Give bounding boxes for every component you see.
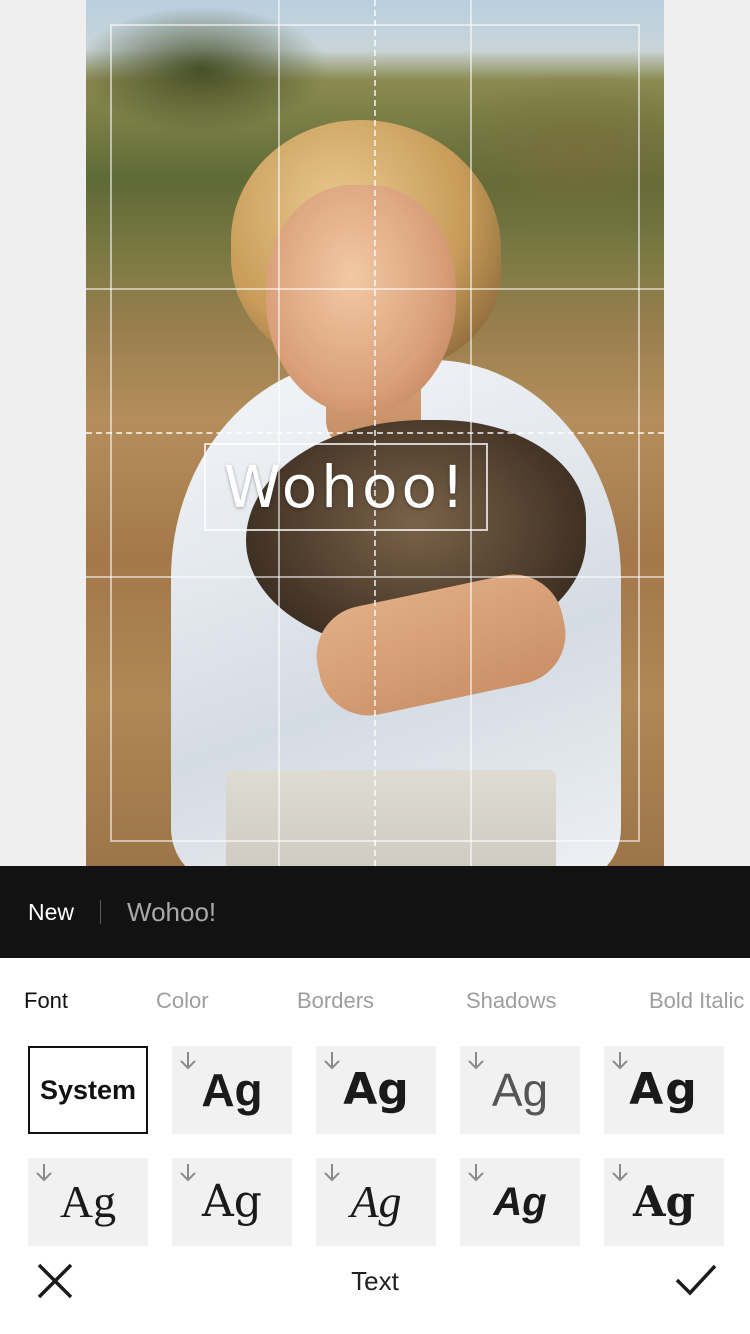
tab-shadows[interactable]: Shadows	[466, 988, 557, 1014]
text-input-bar: New Wohoo!	[0, 866, 750, 958]
download-arrow-icon	[468, 1052, 484, 1070]
download-arrow-icon	[612, 1052, 628, 1070]
tab-bold-italic[interactable]: Bold Italic	[649, 988, 744, 1014]
new-text-button[interactable]: New	[28, 899, 74, 926]
tab-borders[interactable]: Borders	[297, 988, 374, 1014]
font-sample: Ag	[491, 1064, 549, 1116]
download-arrow-icon	[612, 1164, 628, 1182]
checkmark-icon[interactable]	[674, 1262, 718, 1298]
panel-title: Text	[351, 1266, 399, 1296]
font-sample: Ag	[201, 1064, 263, 1116]
text-tools-panel: Font Color Borders Shadows Bold Italic S…	[0, 958, 750, 1334]
font-tile-2[interactable]: Ag	[172, 1046, 292, 1134]
text-layer-box[interactable]: Wohoo!	[204, 443, 488, 531]
download-arrow-icon	[468, 1164, 484, 1182]
font-tile-3[interactable]: Ag	[316, 1046, 436, 1134]
download-arrow-icon	[324, 1052, 340, 1070]
font-tile-4[interactable]: Ag	[460, 1046, 580, 1134]
download-arrow-icon	[324, 1164, 340, 1182]
font-tile-6[interactable]: Ag	[28, 1158, 148, 1246]
font-sample: Ag	[633, 1177, 695, 1226]
font-tile-8[interactable]: Ag	[316, 1158, 436, 1246]
overlay-text[interactable]: Wohoo!	[224, 453, 468, 521]
font-sample: Ag	[59, 1176, 117, 1227]
editor-canvas: Wohoo!	[0, 0, 750, 866]
font-tile-7[interactable]: Ag	[172, 1158, 292, 1246]
text-input[interactable]: Wohoo!	[127, 897, 216, 928]
font-tile-5[interactable]: Ag	[604, 1046, 724, 1134]
font-sample: Ag	[629, 1064, 699, 1115]
center-guide-horizontal	[86, 432, 664, 434]
download-arrow-icon	[36, 1164, 52, 1182]
font-sample: Ag	[350, 1176, 402, 1227]
font-tile-10[interactable]: Ag	[604, 1158, 724, 1246]
tab-bar: Font Color Borders Shadows Bold Italic	[0, 958, 750, 1046]
tab-color[interactable]: Color	[156, 988, 209, 1014]
download-arrow-icon	[180, 1052, 196, 1070]
bottom-action-bar: Text	[0, 1248, 750, 1334]
font-tile-label: System	[39, 1074, 137, 1105]
download-arrow-icon	[180, 1164, 196, 1182]
font-sample: Ag	[343, 1064, 409, 1115]
font-tile-9[interactable]: Ag	[460, 1158, 580, 1246]
tab-font[interactable]: Font	[24, 988, 68, 1014]
input-divider	[100, 900, 102, 924]
font-sample: Ag	[202, 1176, 262, 1227]
font-tile-system[interactable]: System	[28, 1046, 148, 1134]
font-sample: Ag	[493, 1180, 547, 1224]
